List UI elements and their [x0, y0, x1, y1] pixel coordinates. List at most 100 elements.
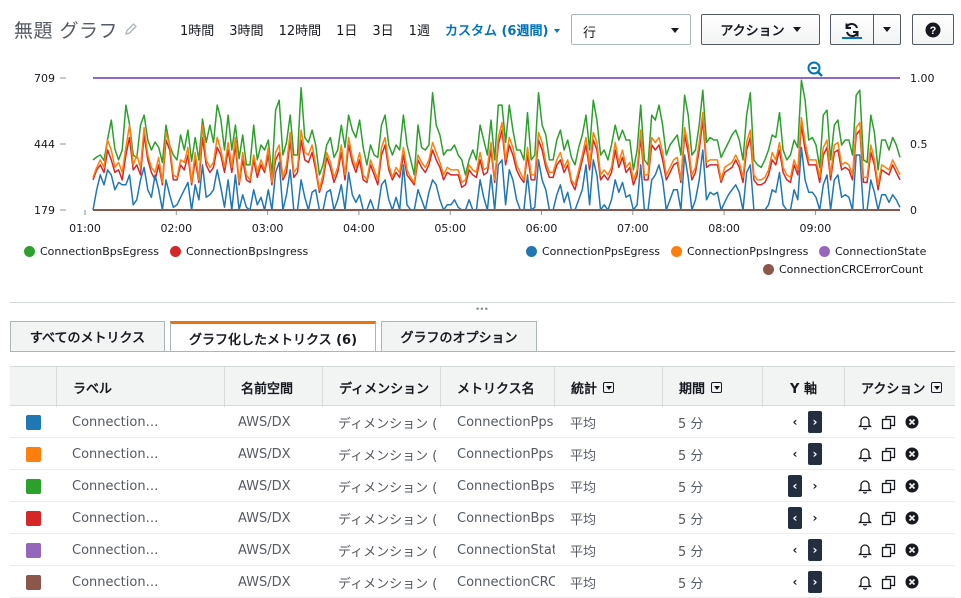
label-cell[interactable]: Connection…: [72, 502, 212, 534]
statistic-cell[interactable]: 平均: [570, 534, 596, 566]
color-swatch[interactable]: [26, 478, 41, 494]
column-dimension[interactable]: ディメンション: [322, 367, 440, 407]
column-statistic[interactable]: 統計: [554, 367, 662, 407]
label-cell[interactable]: Connection…: [72, 438, 212, 470]
column-metric-name[interactable]: メトリクス名: [440, 367, 554, 407]
copy-icon[interactable]: [881, 511, 896, 526]
copy-icon[interactable]: [881, 575, 896, 590]
dropdown-icon[interactable]: [931, 381, 943, 393]
dimension-cell[interactable]: ディメンション (: [338, 566, 440, 598]
table-row[interactable]: Connection… AWS/DX ディメンション (ConnectionPps 平…: [10, 438, 955, 470]
color-swatch[interactable]: [26, 510, 41, 526]
y-axis-right-button[interactable]: ›: [808, 475, 822, 497]
legend-bps-egress[interactable]: ConnectionBpsEgress: [24, 245, 159, 258]
remove-icon[interactable]: [905, 415, 919, 429]
tab-graph-options[interactable]: グラフのオプション: [381, 321, 537, 351]
statistic-cell[interactable]: 平均: [570, 470, 596, 502]
dimension-cell[interactable]: ディメンション (: [338, 534, 440, 566]
table-row[interactable]: Connection… AWS/DX ディメンション (ConnectionStat…: [10, 534, 955, 566]
legend-pps-egress[interactable]: ConnectionPpsEgress: [526, 245, 660, 258]
label-cell[interactable]: Connection…: [72, 406, 212, 438]
remove-icon[interactable]: [905, 447, 919, 461]
table-row[interactable]: Connection… AWS/DX ディメンション (ConnectionCRC 平…: [10, 566, 955, 598]
table-row[interactable]: Connection… AWS/DX ディメンション (ConnectionPps 平…: [10, 406, 955, 438]
y-axis-left-button[interactable]: ‹: [788, 571, 802, 593]
copy-icon[interactable]: [881, 479, 896, 494]
color-swatch[interactable]: [26, 574, 41, 590]
y-axis-right-button[interactable]: ›: [808, 571, 822, 593]
y-axis-right-button[interactable]: ›: [808, 507, 822, 529]
label-cell[interactable]: Connection…: [72, 534, 212, 566]
range-12h[interactable]: 12時間: [279, 20, 322, 39]
dimension-cell[interactable]: ディメンション (: [338, 502, 440, 534]
bell-icon[interactable]: [858, 415, 872, 430]
tab-all-metrics[interactable]: すべてのメトリクス: [10, 321, 165, 351]
y-axis-right-button[interactable]: ›: [808, 411, 822, 433]
copy-icon[interactable]: [881, 415, 896, 430]
metrics-chart[interactable]: 709 444 179 1.00 0.5 0 01:00 02:00 03:00 04:00 0…: [0, 56, 961, 296]
help-button[interactable]: ?: [912, 14, 954, 45]
period-cell[interactable]: 5 分: [678, 534, 703, 566]
table-row[interactable]: Connection… AWS/DX ディメンション (ConnectionBps 平…: [10, 470, 955, 502]
bell-icon[interactable]: [858, 479, 872, 494]
remove-icon[interactable]: [905, 543, 919, 557]
period-cell[interactable]: 5 分: [678, 438, 703, 470]
pencil-icon[interactable]: [124, 22, 138, 36]
legend-crc-error[interactable]: ConnectionCRCErrorCount: [763, 263, 923, 276]
chevron-down-icon[interactable]: [554, 28, 561, 33]
column-label[interactable]: ラベル: [56, 367, 224, 407]
range-custom[interactable]: カスタム (6週間): [445, 20, 548, 39]
statistic-cell[interactable]: 平均: [570, 438, 596, 470]
y-axis-right-button[interactable]: ›: [808, 443, 822, 465]
statistic-cell[interactable]: 平均: [570, 502, 596, 534]
color-swatch[interactable]: [26, 446, 41, 462]
refresh-button[interactable]: [830, 14, 874, 45]
label-cell[interactable]: Connection…: [72, 566, 212, 598]
resize-handle[interactable]: •••: [475, 305, 489, 315]
period-cell[interactable]: 5 分: [678, 566, 703, 598]
copy-icon[interactable]: [881, 543, 896, 558]
tab-graphed-metrics[interactable]: グラフ化したメトリクス (6): [170, 321, 376, 352]
color-swatch[interactable]: [26, 414, 41, 430]
legend-pps-ingress[interactable]: ConnectionPpsIngress: [671, 245, 808, 258]
y-axis-left-button[interactable]: ‹: [788, 475, 802, 497]
label-cell[interactable]: Connection…: [72, 470, 212, 502]
remove-icon[interactable]: [905, 511, 919, 525]
period-cell[interactable]: 5 分: [678, 470, 703, 502]
copy-icon[interactable]: [881, 447, 896, 462]
actions-button[interactable]: アクション: [701, 14, 820, 45]
y-axis-left-button[interactable]: ‹: [788, 507, 802, 529]
range-1d[interactable]: 1日: [336, 20, 357, 39]
bell-icon[interactable]: [858, 575, 872, 590]
legend-bps-ingress[interactable]: ConnectionBpsIngress: [170, 245, 308, 258]
dropdown-icon[interactable]: [711, 381, 723, 393]
color-cell[interactable]: [26, 438, 41, 470]
color-cell[interactable]: [26, 406, 41, 438]
color-swatch[interactable]: [26, 542, 41, 558]
refresh-interval-dropdown[interactable]: [873, 14, 901, 45]
view-type-select[interactable]: 行: [571, 14, 691, 45]
period-cell[interactable]: 5 分: [678, 502, 703, 534]
dimension-cell[interactable]: ディメンション (: [338, 470, 440, 502]
remove-icon[interactable]: [905, 575, 919, 589]
zoom-out-icon[interactable]: [807, 61, 823, 77]
remove-icon[interactable]: [905, 479, 919, 493]
range-3h[interactable]: 3時間: [229, 20, 263, 39]
range-1w[interactable]: 1週: [409, 20, 430, 39]
y-axis-right-button[interactable]: ›: [808, 539, 822, 561]
range-1h[interactable]: 1時間: [180, 20, 214, 39]
bell-icon[interactable]: [858, 511, 872, 526]
table-row[interactable]: Connection… AWS/DX ディメンション (ConnectionBps 平…: [10, 502, 955, 534]
column-y-axis[interactable]: Y 軸: [762, 367, 844, 407]
column-actions[interactable]: アクション: [844, 367, 955, 407]
y-axis-left-button[interactable]: ‹: [788, 443, 802, 465]
period-cell[interactable]: 5 分: [678, 406, 703, 438]
bell-icon[interactable]: [858, 447, 872, 462]
column-period[interactable]: 期間: [662, 367, 762, 407]
color-cell[interactable]: [26, 502, 41, 534]
y-axis-left-button[interactable]: ‹: [788, 411, 802, 433]
statistic-cell[interactable]: 平均: [570, 566, 596, 598]
dimension-cell[interactable]: ディメンション (: [338, 438, 440, 470]
column-namespace[interactable]: 名前空間: [224, 367, 322, 407]
bell-icon[interactable]: [858, 543, 872, 558]
